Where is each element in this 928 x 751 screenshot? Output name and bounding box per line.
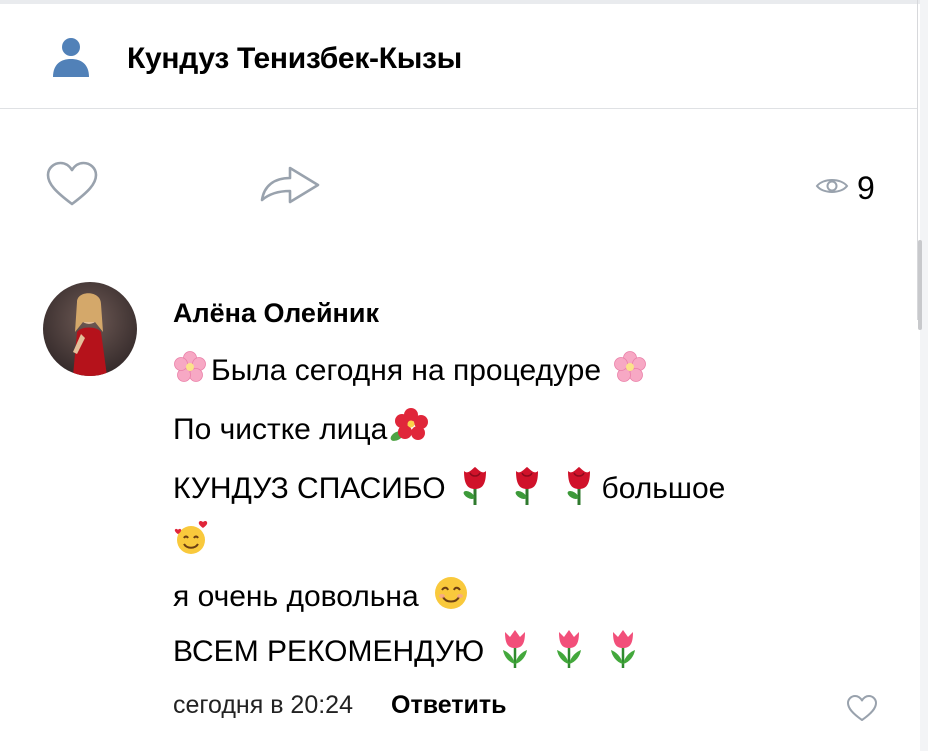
share-arrow-icon[interactable] xyxy=(258,160,324,213)
comment-text: ВСЕМ РЕКОМЕНДУЮ xyxy=(173,635,485,668)
heart-icon[interactable] xyxy=(44,160,100,213)
cherry-blossom-icon xyxy=(613,350,647,392)
scrollbar-thumb[interactable] xyxy=(918,240,922,330)
comment-date: сегодня в 20:24 xyxy=(173,691,353,719)
smiling-face-icon xyxy=(433,575,469,619)
heart-icon[interactable] xyxy=(845,693,879,728)
reply-button[interactable]: Ответить xyxy=(391,691,507,720)
comment-text: По чистке лица xyxy=(173,413,388,446)
views-counter: 9 xyxy=(815,170,875,207)
post-actions-bar: 9 xyxy=(0,110,917,270)
comment-line-1: Была сегодня на процедуре xyxy=(173,350,647,392)
rose-icon xyxy=(512,465,542,513)
comment-text: КУНДУЗ СПАСИБО xyxy=(173,472,446,505)
comment-line-2: По чистке лица xyxy=(173,408,429,452)
comment-meta: сегодня в 20:24 Ответить xyxy=(173,691,507,720)
rose-icon xyxy=(564,465,594,513)
avatar[interactable] xyxy=(43,282,137,376)
comment-text: я очень довольна xyxy=(173,580,419,613)
comment-line-4 xyxy=(173,518,213,566)
window-right-edge xyxy=(920,0,928,751)
cherry-blossom-icon xyxy=(173,350,207,392)
post-header: Кундуз Тенизбек-Кызы xyxy=(0,4,917,109)
comment-line-6: ВСЕМ РЕКОМЕНДУЮ xyxy=(173,628,640,676)
tulip-icon xyxy=(606,628,640,676)
hibiscus-icon xyxy=(389,408,429,452)
smiling-face-with-hearts-icon xyxy=(173,518,213,566)
comment-text: большое xyxy=(601,472,726,505)
comment-line-5: я очень довольна xyxy=(173,575,469,619)
eye-icon xyxy=(815,174,849,203)
comment-line-3: КУНДУЗ СПАСИБО большое xyxy=(173,465,725,513)
comment-item: Алёна Олейник Была сегодня на процедуре xyxy=(0,270,917,751)
tulip-icon xyxy=(498,628,532,676)
comment-author[interactable]: Алёна Олейник xyxy=(173,298,379,329)
views-count: 9 xyxy=(857,170,875,206)
user-icon xyxy=(50,36,92,83)
post-author-name[interactable]: Кундуз Тенизбек-Кызы xyxy=(127,42,462,76)
rose-icon xyxy=(460,465,490,513)
tulip-icon xyxy=(552,628,586,676)
comment-text: Была сегодня на процедуре xyxy=(211,354,602,387)
